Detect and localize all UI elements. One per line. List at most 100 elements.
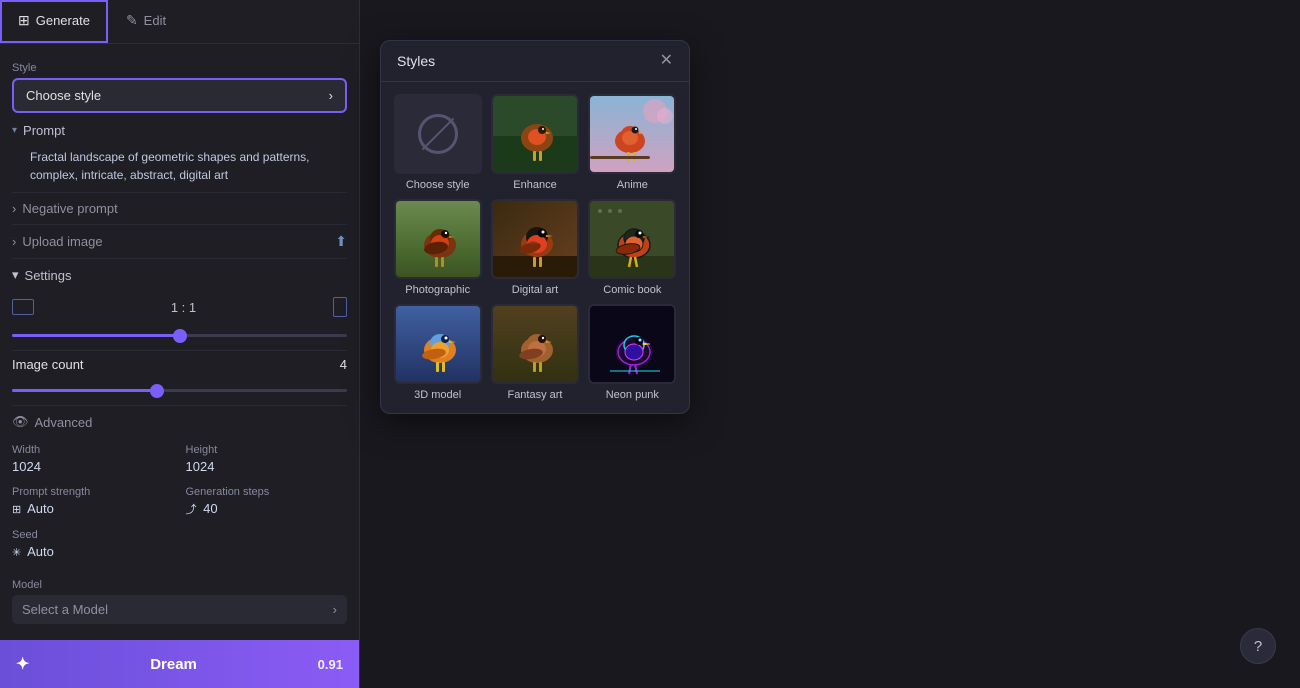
edit-icon: ✎ bbox=[126, 12, 138, 29]
style-comic-book-label: Comic book bbox=[603, 284, 661, 296]
dream-cost: 0.91 bbox=[318, 657, 343, 672]
aspect-slider-container bbox=[12, 319, 347, 350]
prompt-strength-value: ⊞ Auto bbox=[12, 501, 174, 516]
aspect-ratio-label: 1 : 1 bbox=[171, 300, 196, 315]
style-enhance-image bbox=[491, 94, 579, 174]
style-card-photographic[interactable]: Photographic bbox=[393, 199, 482, 296]
aspect-portrait-icon[interactable] bbox=[333, 297, 347, 317]
model-label: Model bbox=[12, 579, 347, 591]
upload-chevron-icon: › bbox=[12, 234, 16, 249]
chevron-right-icon: › bbox=[329, 88, 333, 103]
style-card-enhance[interactable]: Enhance bbox=[490, 94, 579, 191]
settings-section: ▾ Settings 1 : 1 Image count 4 bbox=[12, 258, 347, 630]
settings-header[interactable]: ▾ Settings bbox=[12, 259, 347, 291]
dimensions-row: Width 1024 Height 1024 bbox=[12, 438, 347, 480]
image-count-slider[interactable] bbox=[12, 389, 347, 392]
help-icon: ? bbox=[1254, 638, 1262, 655]
style-card-digital-art[interactable]: Digital art bbox=[490, 199, 579, 296]
modal-header: Styles ✕ bbox=[381, 41, 689, 82]
image-count-row: Image count 4 bbox=[12, 350, 347, 374]
seed-row: Seed ✳ Auto bbox=[12, 523, 347, 565]
aspect-ratio-slider[interactable] bbox=[12, 334, 347, 337]
generation-steps-value: ⤴ 40 bbox=[186, 501, 348, 517]
width-value[interactable]: 1024 bbox=[12, 459, 174, 474]
right-area: Styles ✕ Choose style bbox=[360, 0, 1300, 688]
height-field: Height 1024 bbox=[186, 444, 348, 474]
tab-edit[interactable]: ✎ Edit bbox=[108, 0, 184, 43]
prompt-label: Prompt bbox=[23, 123, 65, 138]
style-value: Choose style bbox=[26, 88, 101, 103]
advanced-row[interactable]: 👁 Advanced bbox=[12, 405, 347, 438]
aspect-icons bbox=[12, 299, 34, 315]
prompt-strength-text: Auto bbox=[27, 501, 54, 516]
tab-generate[interactable]: ⊞ Generate bbox=[0, 0, 108, 43]
neg-prompt-left: › Negative prompt bbox=[12, 201, 118, 216]
upload-left: › Upload image bbox=[12, 234, 103, 249]
no-style-icon bbox=[418, 114, 458, 154]
style-fantasy-image bbox=[491, 304, 579, 384]
settings-chevron-icon: ▾ bbox=[12, 267, 19, 283]
prompt-section-header[interactable]: ▾ Prompt bbox=[12, 113, 347, 144]
style-3d-image bbox=[394, 304, 482, 384]
negative-prompt-row[interactable]: › Negative prompt bbox=[12, 192, 347, 224]
help-button[interactable]: ? bbox=[1240, 628, 1276, 664]
styles-grid: Choose style bbox=[381, 82, 689, 413]
tab-edit-label: Edit bbox=[144, 13, 166, 28]
upload-image-row[interactable]: › Upload image ⬆ bbox=[12, 224, 347, 258]
image-count-label: Image count bbox=[12, 357, 84, 372]
dream-icon: ✦ bbox=[16, 654, 29, 674]
prompt-text[interactable]: Fractal landscape of geometric shapes an… bbox=[12, 144, 347, 192]
modal-title: Styles bbox=[397, 53, 435, 69]
style-digital-art-label: Digital art bbox=[512, 284, 558, 296]
height-label: Height bbox=[186, 444, 348, 456]
style-none-label: Choose style bbox=[406, 179, 470, 191]
style-enhance-label: Enhance bbox=[513, 179, 556, 191]
dream-label: Dream bbox=[150, 656, 197, 673]
style-card-fantasy[interactable]: Fantasy art bbox=[490, 304, 579, 401]
panel-content: Style Choose style › ▾ Prompt Fractal la… bbox=[0, 44, 359, 640]
prompt-strength-field: Prompt strength ⊞ Auto bbox=[12, 486, 174, 517]
style-card-none[interactable]: Choose style bbox=[393, 94, 482, 191]
aspect-icons-right bbox=[333, 297, 347, 317]
neg-prompt-label: Negative prompt bbox=[22, 201, 117, 216]
style-digital-art-image bbox=[491, 199, 579, 279]
style-anime-label: Anime bbox=[617, 179, 648, 191]
strength-steps-row: Prompt strength ⊞ Auto Generation steps … bbox=[12, 480, 347, 523]
model-value: Select a Model bbox=[22, 602, 108, 617]
height-value[interactable]: 1024 bbox=[186, 459, 348, 474]
styles-modal: Styles ✕ Choose style bbox=[380, 40, 690, 414]
style-card-neon[interactable]: Neon punk bbox=[588, 304, 677, 401]
style-comic-book-image bbox=[588, 199, 676, 279]
model-selector[interactable]: Select a Model › bbox=[12, 595, 347, 624]
upload-label: Upload image bbox=[22, 234, 102, 249]
style-neon-label: Neon punk bbox=[606, 389, 659, 401]
style-card-comic-book[interactable]: Comic book bbox=[588, 199, 677, 296]
neg-prompt-chevron-icon: › bbox=[12, 201, 16, 216]
generation-steps-text: 40 bbox=[203, 501, 217, 516]
aspect-landscape-icon[interactable] bbox=[12, 299, 34, 315]
eye-icon: 👁 bbox=[12, 414, 29, 430]
generation-steps-label: Generation steps bbox=[186, 486, 348, 498]
dream-button[interactable]: ✦ Dream 0.91 bbox=[0, 640, 359, 688]
style-neon-image bbox=[588, 304, 676, 384]
advanced-label: Advanced bbox=[35, 415, 93, 430]
modal-close-button[interactable]: ✕ bbox=[660, 53, 673, 69]
style-photographic-image bbox=[394, 199, 482, 279]
style-card-3d[interactable]: 3D model bbox=[393, 304, 482, 401]
style-selector[interactable]: Choose style › bbox=[12, 78, 347, 113]
model-chevron-icon: › bbox=[333, 602, 337, 617]
upload-icon: ⬆ bbox=[335, 233, 347, 250]
style-fantasy-label: Fantasy art bbox=[507, 389, 562, 401]
style-anime-image bbox=[588, 94, 676, 174]
seed-text: Auto bbox=[27, 544, 54, 559]
image-count-slider-container bbox=[12, 374, 347, 405]
model-field: Model Select a Model › bbox=[12, 565, 347, 630]
image-count-value: 4 bbox=[340, 357, 347, 372]
seed-value: ✳ Auto bbox=[12, 544, 174, 559]
style-label: Style bbox=[12, 62, 347, 74]
width-label: Width bbox=[12, 444, 174, 456]
style-card-anime[interactable]: Anime bbox=[588, 94, 677, 191]
style-photographic-label: Photographic bbox=[405, 284, 470, 296]
seed-label: Seed bbox=[12, 529, 174, 541]
prompt-chevron-icon: ▾ bbox=[12, 125, 17, 136]
